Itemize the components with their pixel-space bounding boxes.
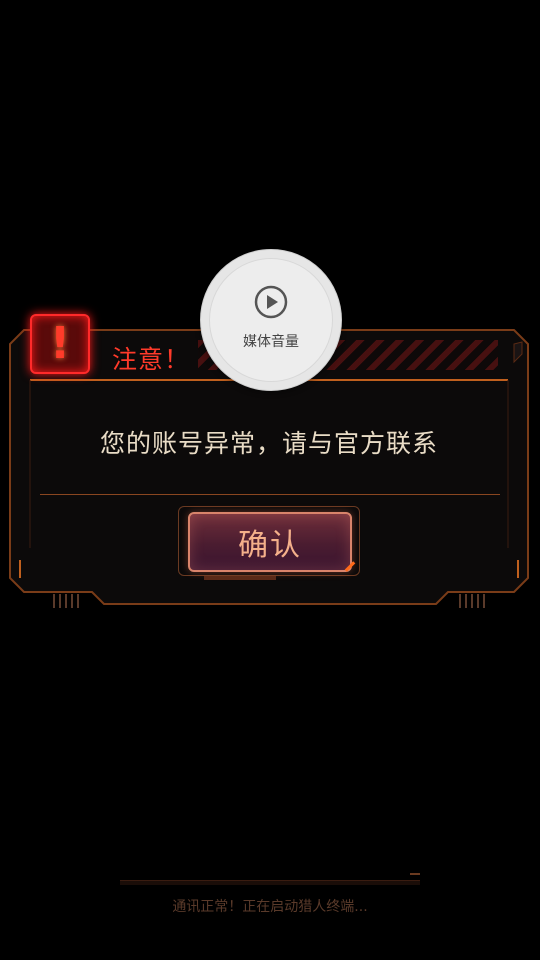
confirm-underline-decoration <box>204 576 276 580</box>
progress-tick <box>410 873 420 875</box>
confirm-button[interactable]: 确认 <box>188 512 352 572</box>
dialog-message: 您的账号异常，请与官方联系 <box>99 429 438 458</box>
status-text: 通讯正常！正在启动猎人终端... <box>172 899 368 915</box>
media-volume-overlay[interactable]: 媒体音量 <box>200 249 342 391</box>
loading-bar <box>120 880 420 885</box>
dialog-title: 注意！ <box>112 345 191 374</box>
divider <box>40 494 500 495</box>
play-circle-icon <box>254 285 288 319</box>
exclamation-icon: ! <box>30 314 90 374</box>
volume-label: 媒体音量 <box>243 334 299 350</box>
exclamation-glyph: ! <box>49 318 71 369</box>
confirm-button-container: 确认 <box>178 506 360 580</box>
volume-overlay-inner-ring <box>209 258 333 382</box>
